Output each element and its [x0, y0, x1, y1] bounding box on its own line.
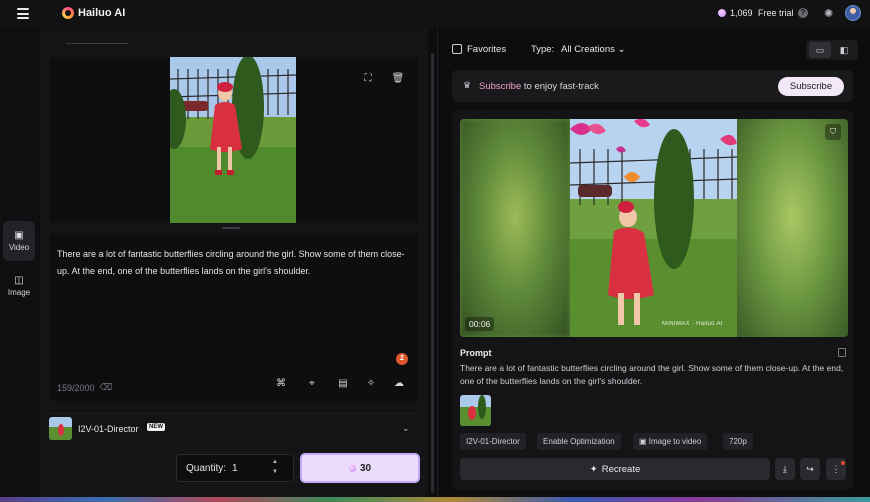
quantity-label: Quantity: [186, 463, 227, 474]
reference-thumbnail[interactable] [460, 395, 491, 426]
logo-mark-icon [62, 7, 74, 19]
avatar[interactable] [845, 5, 861, 21]
copy-icon[interactable] [838, 348, 846, 357]
stepper-arrows-icon[interactable]: ▲ ▼ [272, 457, 278, 477]
trash-icon[interactable]: 🗑 [391, 72, 405, 86]
chevron-down-icon[interactable]: ⌄ [402, 423, 410, 434]
help-icon[interactable]: ? [798, 8, 808, 18]
top-bar: Hailuo AI 1,069 Free trial ? ✺ [0, 0, 870, 28]
sparkle-icon: ✦ [589, 463, 598, 475]
type-label: Type: [531, 44, 555, 55]
video-blur-left [460, 119, 570, 337]
recreate-label: Recreate [601, 463, 641, 475]
image-icon: ◫ [14, 274, 24, 286]
bug-report-icon[interactable]: ✺ [824, 7, 833, 20]
location-pin-icon[interactable]: ⌖ [305, 377, 319, 391]
logo-text: Hailuo AI [78, 7, 126, 19]
prompt-text: There are a lot of fantastic butterflies… [460, 363, 844, 386]
tag-mode: ▣ Image to video [633, 433, 708, 450]
model-thumbnail [49, 417, 72, 440]
download-icon[interactable]: ⤓ [775, 458, 795, 480]
clapper-icon[interactable]: ▤ [336, 377, 350, 391]
model-name: I2V-01-Director [78, 424, 139, 434]
editor-scrollbar[interactable] [431, 53, 434, 493]
resize-handle[interactable] [222, 227, 240, 229]
grid-view-icon[interactable]: ◧ [833, 42, 855, 58]
quantity-value[interactable]: 1 [232, 463, 238, 474]
free-trial-link[interactable]: Free trial [758, 8, 794, 18]
subscribe-text: Subscribe to enjoy fast-track [479, 81, 599, 92]
prompt-heading: Prompt [460, 348, 492, 358]
list-view-icon[interactable]: ▭ [809, 42, 831, 58]
tag-optimization: Enable Optimization [537, 433, 621, 450]
type-filter[interactable]: All Creations ⌄ [561, 44, 625, 55]
tag-resolution: 720p [723, 433, 753, 450]
taskbar-strip [0, 497, 870, 502]
logo[interactable]: Hailuo AI [62, 7, 125, 19]
favorites-checkbox[interactable] [452, 44, 462, 54]
hamburger-icon[interactable] [17, 8, 29, 19]
share-icon[interactable]: ↪ [800, 458, 820, 480]
new-badge: NEW [147, 423, 165, 431]
char-counter: 159/2000 ⌫ [57, 382, 112, 393]
credits-balance[interactable]: 1,069 [718, 8, 753, 18]
favorites-label[interactable]: Favorites [467, 44, 506, 55]
rail-item-image-label: Image [7, 287, 31, 297]
rail-item-video[interactable]: ▣ Video [3, 221, 35, 261]
credit-gem-icon [348, 464, 356, 472]
video-player[interactable] [460, 119, 848, 337]
subscribe-highlight[interactable]: Subscribe [479, 81, 521, 92]
uploaded-image [170, 57, 296, 223]
video-frame-image [570, 119, 737, 337]
camera-movement-icon[interactable]: ⌘ [274, 377, 288, 391]
char-count: 159/2000 [57, 382, 95, 393]
crown-icon: ♛ [463, 80, 472, 90]
video-watermark: MINIMAX · Hailuo AI [662, 321, 723, 327]
bookmark-icon[interactable]: ⛉ [825, 124, 841, 140]
credits-value: 1,069 [730, 8, 753, 18]
panel-divider [437, 28, 438, 502]
type-filter-value: All Creations [561, 44, 615, 55]
tab-underline [66, 43, 128, 44]
notification-dot [841, 461, 845, 465]
magic-wand-icon[interactable]: ✧ [364, 377, 378, 391]
prompt-input[interactable]: There are a lot of fantastic butterflies… [57, 246, 413, 280]
credit-gem-icon [718, 9, 726, 17]
generate-button[interactable]: 30 [300, 453, 420, 483]
rail-item-video-label: Video [8, 242, 30, 252]
rail-item-image[interactable]: ◫ Image [3, 266, 35, 306]
subscribe-rest: to enjoy fast-track [523, 81, 599, 92]
video-duration: 00:06 [465, 317, 495, 331]
left-rail: ▣ Video ◫ Image [0, 28, 38, 502]
image-edit-icon[interactable]: ⛶ [361, 72, 375, 86]
eraser-icon[interactable]: ⌫ [100, 382, 113, 393]
subscribe-button[interactable]: Subscribe [778, 77, 844, 96]
notification-badge: 2 [396, 353, 408, 365]
recreate-button[interactable]: ✦ Recreate [460, 458, 770, 480]
image-icon: ▣ [639, 437, 647, 446]
tag-mode-label: Image to video [648, 437, 702, 446]
tag-model: I2V-01-Director [460, 433, 526, 450]
video-blur-right [737, 119, 848, 337]
generate-cost: 30 [359, 462, 372, 474]
video-camera-icon: ▣ [14, 229, 24, 241]
weather-toggle-icon[interactable]: ☁ [392, 377, 406, 391]
